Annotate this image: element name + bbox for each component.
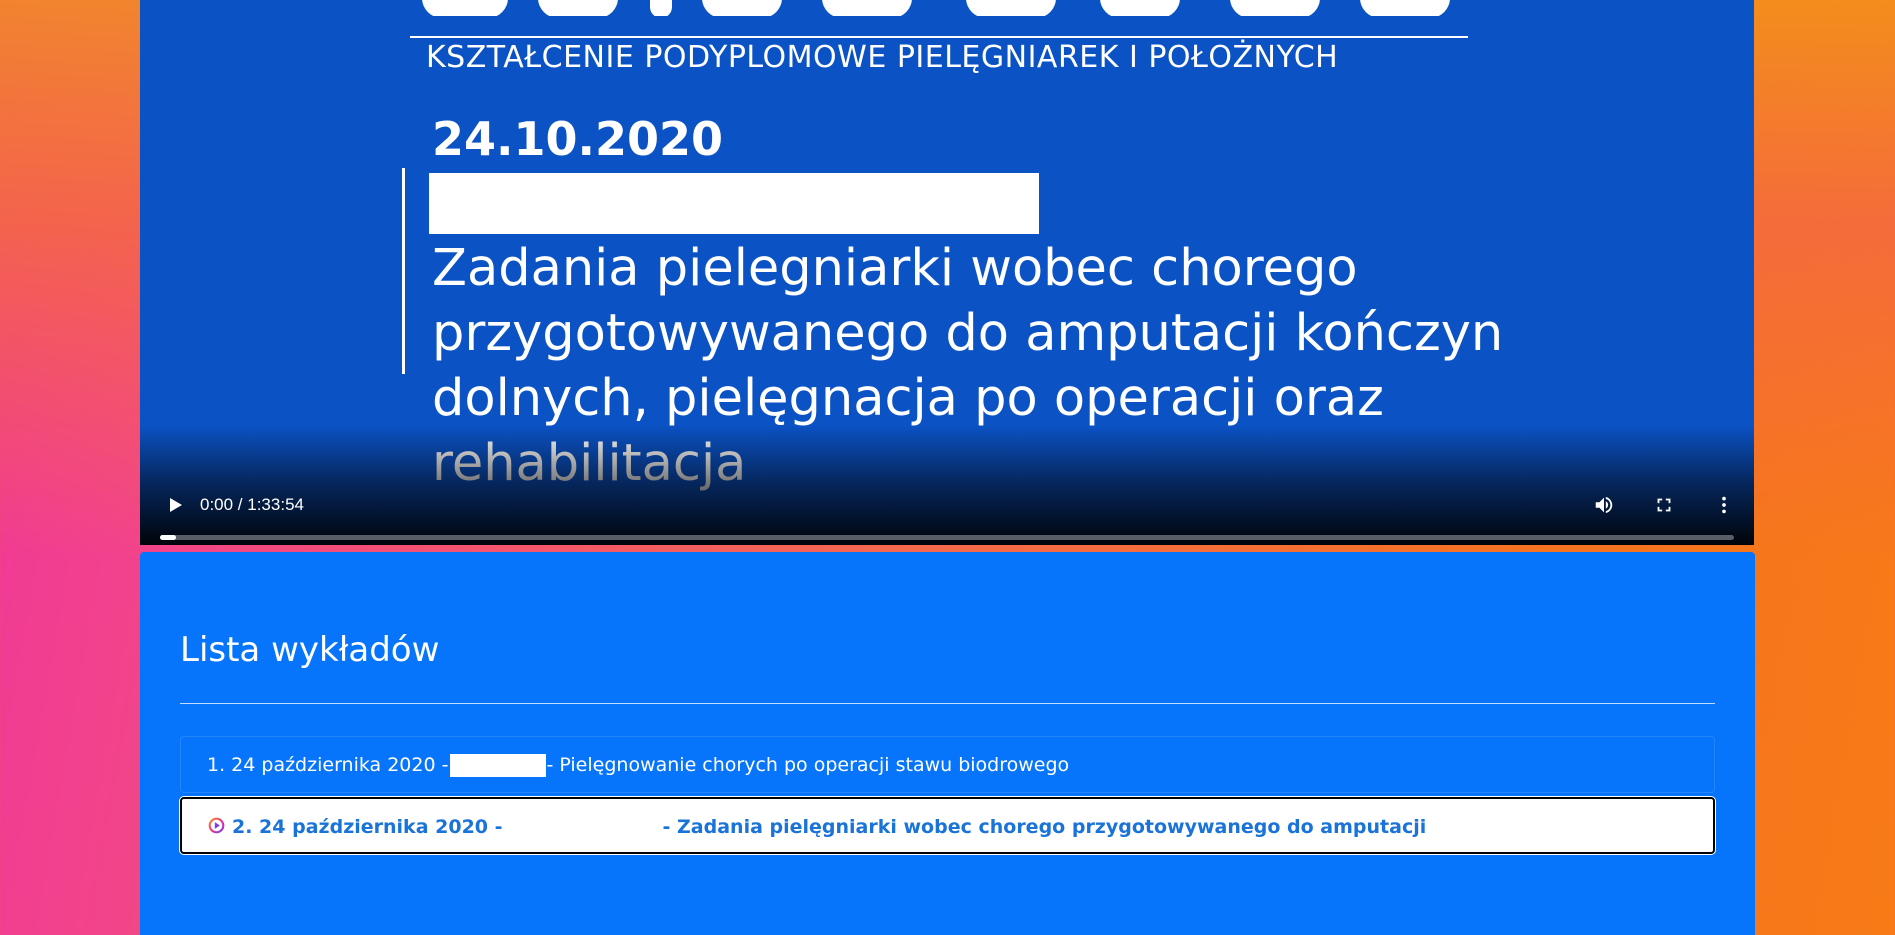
lecture-item-active[interactable]: 2. 24 października 2020 - - Zadania pielę… [180, 797, 1715, 854]
redacted-block [429, 173, 1039, 234]
lecture-date-label: 1. 24 października 2020 - [207, 754, 449, 776]
slide-subtitle: KSZTAŁCENIE PODYPLOMOWE PIELĘGNIAREK I P… [426, 40, 1339, 75]
time-display: 0:00 / 1:33:54 [200, 495, 304, 514]
slide-divider [410, 36, 1468, 38]
fullscreen-icon[interactable] [1653, 494, 1675, 516]
slide-accent-bar [402, 168, 405, 374]
video-player[interactable]: KSZTAŁCENIE PODYPLOMOWE PIELĘGNIAREK I P… [140, 0, 1754, 545]
redacted-block [450, 754, 547, 777]
lecture-title: - Zadania pielęgniarki wobec chorego prz… [662, 816, 1427, 838]
progress-fill [160, 535, 176, 540]
lecture-list-panel: Lista wykładów 1. 24 października 2020 -… [140, 552, 1755, 935]
heading-divider [180, 703, 1715, 704]
play-icon[interactable] [165, 495, 185, 515]
lecture-title: - Pielęgnowanie chorych po operacji staw… [546, 754, 1070, 776]
more-options-icon[interactable] [1713, 494, 1735, 516]
volume-icon[interactable] [1593, 494, 1615, 516]
lecture-list-heading: Lista wykładów [180, 630, 440, 670]
lecture-date-label: 2. 24 października 2020 - [232, 816, 503, 838]
lecture-item[interactable]: 1. 24 października 2020 - - Pielęgnowanie… [180, 736, 1715, 793]
slide-logo [410, 0, 1465, 16]
video-controls: 0:00 / 1:33:54 [140, 425, 1754, 545]
slide-date: 24.10.2020 [432, 112, 724, 166]
now-playing-icon [208, 817, 225, 834]
progress-bar[interactable] [160, 535, 1734, 540]
